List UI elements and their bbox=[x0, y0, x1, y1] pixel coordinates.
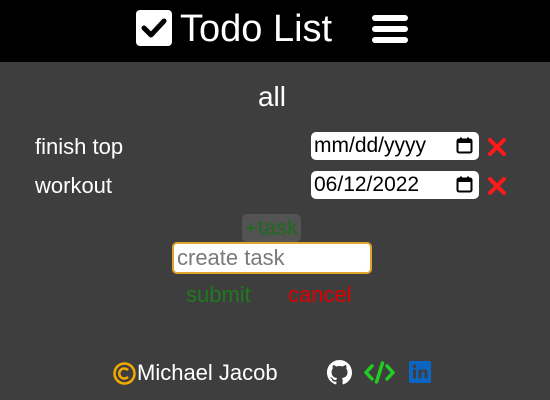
task-date-input[interactable]: 06/12/2022 bbox=[311, 171, 479, 199]
task-date-input[interactable]: mm/dd/yyyy bbox=[311, 132, 479, 160]
task-row: finish top mm/dd/yyyy bbox=[0, 132, 550, 162]
task-row: workout 06/12/2022 bbox=[0, 171, 550, 201]
close-icon[interactable] bbox=[487, 176, 507, 196]
task-name: finish top bbox=[35, 134, 124, 159]
task-date-value: 06/12/2022 bbox=[314, 173, 420, 196]
task-date-value: mm/dd/yyyy bbox=[314, 134, 427, 157]
calendar-icon[interactable] bbox=[456, 137, 473, 154]
hamburger-menu-icon[interactable] bbox=[372, 13, 408, 45]
filter-label: all bbox=[257, 81, 286, 112]
create-task-input[interactable] bbox=[172, 242, 372, 274]
footer: Michael Jacob bbox=[0, 358, 550, 388]
add-task-button[interactable]: +task bbox=[242, 214, 301, 242]
calendar-icon[interactable] bbox=[456, 176, 473, 193]
checkbox-icon bbox=[136, 10, 172, 46]
author-name: Michael Jacob bbox=[137, 360, 278, 385]
task-name: workout bbox=[35, 173, 113, 198]
app-header: Todo List bbox=[0, 0, 550, 62]
app-title: Todo List bbox=[180, 8, 333, 50]
copyright-icon bbox=[113, 362, 136, 385]
cancel-button[interactable]: cancel bbox=[288, 282, 352, 308]
github-icon[interactable] bbox=[327, 360, 352, 385]
linkedin-icon[interactable] bbox=[408, 360, 432, 384]
close-icon[interactable] bbox=[487, 137, 507, 157]
submit-button[interactable]: submit bbox=[186, 282, 251, 308]
code-icon[interactable] bbox=[363, 360, 396, 385]
